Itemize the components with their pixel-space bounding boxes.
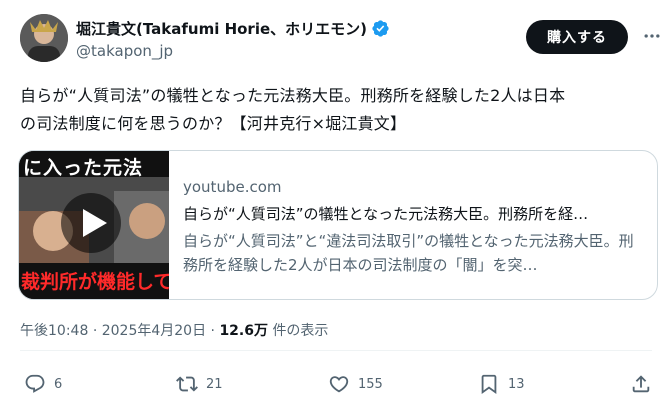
card-title: 自らが“人質司法”の犠牲となった元法務大臣。刑務所を経… — [183, 205, 589, 223]
bookmark-count: 13 — [508, 376, 525, 392]
views-label: 件の表示 — [272, 323, 329, 339]
meta-separator-2: · — [210, 323, 215, 339]
thumbnail-top-text: に入った元法 — [23, 157, 144, 179]
subscribe-button[interactable]: 購入する — [526, 20, 628, 54]
reply-button[interactable]: 6 — [24, 373, 62, 395]
repost-count: 21 — [206, 376, 223, 392]
repost-button[interactable]: 21 — [176, 373, 223, 395]
heart-icon — [329, 376, 349, 393]
post-text: 自らが“人質司法”の犠牲となった元法務大臣。刑務所を経験した2人は日本 の司法制… — [20, 86, 566, 133]
share-button[interactable] — [630, 373, 652, 395]
divider — [20, 350, 652, 351]
post-date[interactable]: 2025年4月20日 — [102, 323, 206, 339]
meta-separator: · — [92, 323, 98, 339]
video-thumbnail[interactable]: に入った元法 裁判所が機能して — [19, 151, 169, 299]
reply-icon — [25, 374, 45, 393]
author-display-name[interactable]: 堀江貴文(Takafumi Horie、ホリエモン) — [76, 18, 367, 39]
post-time[interactable]: 午後10:48 — [20, 323, 88, 339]
views-count: 12.6万 — [219, 323, 268, 339]
card-description: 自らが“人質司法”と“違法司法取引”の犠牲となった元法務大臣。刑務所を経験した2… — [183, 232, 634, 274]
more-options-button[interactable] — [640, 24, 664, 48]
verified-badge-icon — [372, 20, 389, 37]
like-button[interactable]: 155 — [328, 373, 383, 395]
like-count: 155 — [358, 376, 383, 392]
author-handle[interactable]: @takapon_jp — [76, 42, 173, 60]
card-domain: youtube.com — [183, 178, 282, 196]
share-icon — [632, 375, 650, 393]
repost-icon — [176, 376, 198, 392]
author-name-row[interactable]: 堀江貴文(Takafumi Horie、ホリエモン) — [76, 18, 390, 39]
avatar[interactable] — [20, 14, 68, 62]
reply-count: 6 — [54, 376, 63, 392]
avatar-image — [20, 14, 68, 62]
post-meta: 午後10:48 · 2025年4月20日 · 12.6万 件の表示 — [20, 320, 328, 340]
link-card[interactable]: に入った元法 裁判所が機能して youtube.com 自らが“人質司法”の犠牲… — [18, 150, 658, 300]
bookmark-icon — [481, 374, 497, 395]
more-icon — [644, 34, 660, 38]
bookmark-button[interactable]: 13 — [478, 373, 525, 395]
thumbnail-bottom-text: 裁判所が機能して — [21, 271, 169, 293]
